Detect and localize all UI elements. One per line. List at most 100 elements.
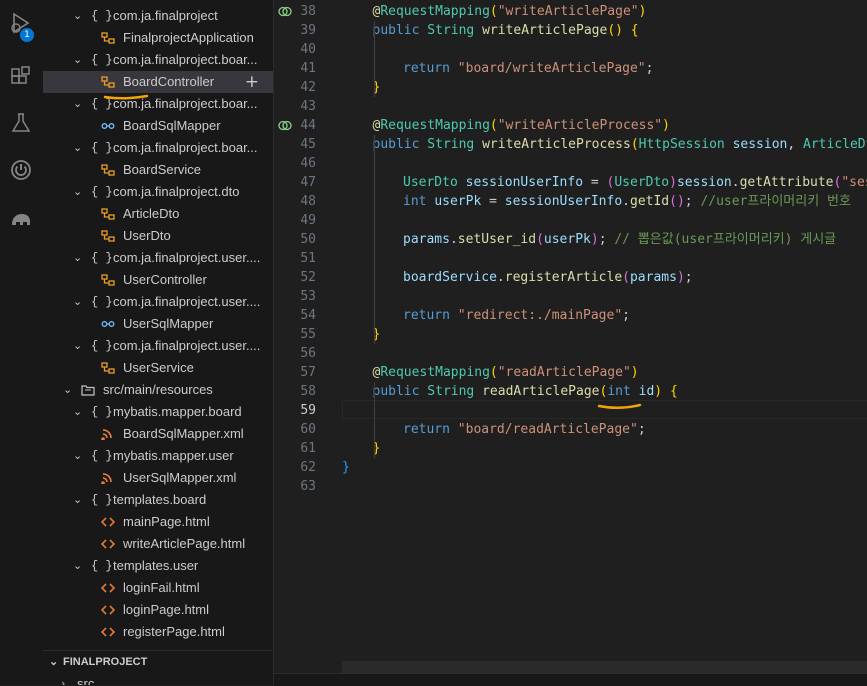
testing-icon[interactable] xyxy=(6,108,36,138)
code-line[interactable]: 61} xyxy=(274,439,867,458)
horizontal-scrollbar[interactable] xyxy=(342,661,867,673)
code-line[interactable]: 44@RequestMapping("writeArticleProcess") xyxy=(274,116,867,135)
line-number: 41 xyxy=(274,59,316,78)
tree-row-label: BoardSqlMapper.xml xyxy=(123,423,244,445)
gradle-elephant-icon[interactable] xyxy=(6,204,36,234)
code-line[interactable]: 57@RequestMapping("readArticlePage") xyxy=(274,363,867,382)
spring-mapping-icon[interactable] xyxy=(278,5,292,18)
code-text: params.setUser_id(userPk); // 뽑은값(user프라… xyxy=(403,230,844,249)
tree-row[interactable]: UserSqlMapper xyxy=(43,313,273,335)
tree-row[interactable]: ⌄{ }mybatis.mapper.board xyxy=(43,401,273,423)
html-code-icon xyxy=(101,582,115,594)
tree-row-label: UserSqlMapper xyxy=(123,313,213,335)
braces-icon: { } xyxy=(91,181,113,203)
tree-row[interactable]: loginFail.html xyxy=(43,577,273,599)
code-text: return "redirect:./mainPage"; xyxy=(403,306,630,325)
tree-row-label: registerPage.html xyxy=(123,621,225,643)
html-code-icon xyxy=(101,516,115,528)
spring-boot-icon[interactable] xyxy=(6,155,36,185)
code-line[interactable]: 47UserDto sessionUserInfo = (UserDto)ses… xyxy=(274,173,867,192)
class-icon xyxy=(101,208,115,220)
tree-row[interactable]: ⌄src/main/resources xyxy=(43,379,273,401)
code-line[interactable]: 48int userPk = sessionUserInfo.getId(); … xyxy=(274,192,867,211)
code-text: return "board/writeArticlePage"; xyxy=(403,59,653,78)
class-icon xyxy=(101,274,115,286)
tree-row[interactable]: ⌄{ }com.ja.finalproject.user.... xyxy=(43,247,273,269)
tree-row[interactable]: mainPage.html xyxy=(43,511,273,533)
tree-row-label: UserDto xyxy=(123,225,171,247)
tree-row[interactable]: ⌄{ }com.ja.finalproject.dto xyxy=(43,181,273,203)
braces-icon: { } xyxy=(91,445,113,467)
code-line[interactable]: 40 xyxy=(274,40,867,59)
tree-row[interactable]: ⌄{ }mybatis.mapper.user xyxy=(43,445,273,467)
indent-guide xyxy=(374,382,375,458)
code-line[interactable]: 53 xyxy=(274,287,867,306)
tree-row[interactable]: ⌄{ }com.ja.finalproject.boar... xyxy=(43,137,273,159)
interface-icon xyxy=(101,120,115,132)
code-line[interactable]: 51 xyxy=(274,249,867,268)
chevron-down-icon: ⌄ xyxy=(49,651,58,673)
code-line[interactable]: 45public String writeArticleProcess(Http… xyxy=(274,135,867,154)
tree-row[interactable]: UserService xyxy=(43,357,273,379)
tree-row[interactable]: ArticleDto xyxy=(43,203,273,225)
code-line[interactable]: 41 return "board/writeArticlePage"; xyxy=(274,59,867,78)
code-line[interactable]: 46 xyxy=(274,154,867,173)
html-code-icon xyxy=(101,604,115,616)
code-editor[interactable]: 38@RequestMapping("writeArticlePage")39p… xyxy=(274,0,867,685)
tree-row[interactable]: UserController xyxy=(43,269,273,291)
class-icon xyxy=(101,362,115,374)
tree-row[interactable]: ⌄{ }com.ja.finalproject xyxy=(43,5,273,27)
chevron-down-icon: ⌄ xyxy=(73,401,82,423)
tree-row[interactable]: UserSqlMapper.xml xyxy=(43,467,273,489)
braces-icon: { } xyxy=(91,335,113,357)
tree-row[interactable]: writeArticlePage.html xyxy=(43,533,273,555)
tree-row-label: com.ja.finalproject.boar... xyxy=(113,93,258,115)
code-line[interactable]: 54return "redirect:./mainPage"; xyxy=(274,306,867,325)
spring-mapping-icon[interactable] xyxy=(278,119,292,132)
tree-row[interactable]: registerPage.html xyxy=(43,621,273,643)
code-line[interactable]: 49 xyxy=(274,211,867,230)
code-line[interactable]: 60return "board/readArticlePage"; xyxy=(274,420,867,439)
tree-row[interactable]: FinalprojectApplication xyxy=(43,27,273,49)
code-line[interactable]: 43 xyxy=(274,97,867,116)
code-line[interactable]: 55} xyxy=(274,325,867,344)
line-number: 53 xyxy=(274,287,316,306)
code-line[interactable]: 39public String writeArticlePage() { xyxy=(274,21,867,40)
add-icon[interactable]: + xyxy=(245,71,259,93)
tree-row[interactable]: ⌄{ }com.ja.finalproject.boar... xyxy=(43,93,273,115)
tree-row[interactable]: BoardController+ xyxy=(43,71,273,93)
code-line[interactable]: 38@RequestMapping("writeArticlePage") xyxy=(274,2,867,21)
tree-row-label: UserSqlMapper.xml xyxy=(123,467,236,489)
finalproject-section-header[interactable]: ⌄ FINALPROJECT xyxy=(43,650,273,673)
tree-row[interactable]: BoardSqlMapper xyxy=(43,115,273,137)
code-line[interactable]: 56 xyxy=(274,344,867,363)
tree-row[interactable]: BoardService xyxy=(43,159,273,181)
code-line[interactable]: 58public String readArticlePage(int id) … xyxy=(274,382,867,401)
tree-row[interactable]: BoardSqlMapper.xml xyxy=(43,423,273,445)
extensions-icon[interactable] xyxy=(6,62,36,92)
line-number: 59 xyxy=(274,401,316,420)
code-line[interactable]: 59 xyxy=(274,401,867,420)
braces-icon: { } xyxy=(91,247,113,269)
tree-row-src[interactable]: › src xyxy=(43,673,273,685)
line-number: 58 xyxy=(274,382,316,401)
tree-row[interactable]: ⌄{ }templates.board xyxy=(43,489,273,511)
chevron-right-icon: › xyxy=(61,673,65,685)
line-number: 56 xyxy=(274,344,316,363)
braces-icon: { } xyxy=(91,291,113,313)
code-line[interactable]: 62} xyxy=(274,458,867,477)
line-number: 48 xyxy=(274,192,316,211)
code-text: UserDto sessionUserInfo = (UserDto)sessi… xyxy=(403,173,867,192)
tree-row[interactable]: loginPage.html xyxy=(43,599,273,621)
code-line[interactable]: 50params.setUser_id(userPk); // 뽑은값(user… xyxy=(274,230,867,249)
tree-row[interactable]: ⌄{ }com.ja.finalproject.boar... xyxy=(43,49,273,71)
code-line[interactable]: 42} xyxy=(274,78,867,97)
line-number: 61 xyxy=(274,439,316,458)
tree-row[interactable]: UserDto xyxy=(43,225,273,247)
code-text: boardService.registerArticle(params); xyxy=(403,268,693,287)
tree-row[interactable]: ⌄{ }templates.user xyxy=(43,555,273,577)
code-line[interactable]: 63 xyxy=(274,477,867,496)
code-line[interactable]: 52boardService.registerArticle(params); xyxy=(274,268,867,287)
tree-row[interactable]: ⌄{ }com.ja.finalproject.user.... xyxy=(43,335,273,357)
tree-row[interactable]: ⌄{ }com.ja.finalproject.user.... xyxy=(43,291,273,313)
